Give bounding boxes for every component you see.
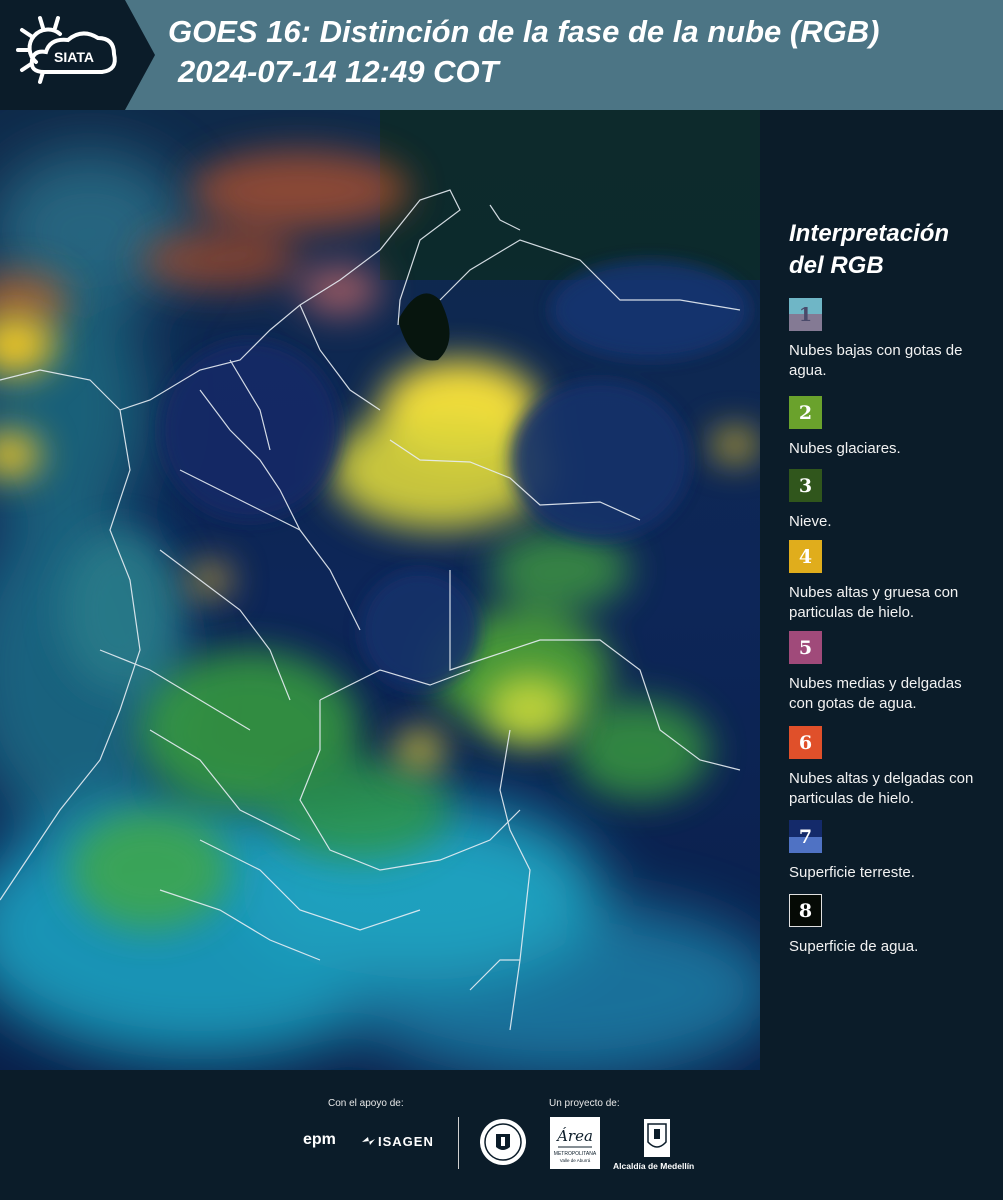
legend-swatch-1: 1 — [789, 298, 822, 331]
footer: Con el apoyo de: Un proyecto de: epm ISA… — [0, 1070, 1003, 1200]
legend-item-3: 3 Nieve. — [789, 469, 989, 532]
legend-number: 4 — [798, 545, 813, 568]
legend-item-4: 4 Nubes altas y gruesa con particulas de… — [789, 540, 989, 623]
satellite-rgb-image — [0, 110, 760, 1070]
legend-swatch-4: 4 — [789, 540, 822, 573]
area-metropolitana-logo[interactable]: Área METROPOLITANA Valle de Aburrá — [550, 1117, 600, 1169]
footer-divider — [458, 1117, 459, 1169]
legend-number: 8 — [798, 899, 813, 922]
isagen-logo[interactable]: ISAGEN — [378, 1134, 434, 1149]
page-datetime: 2024-07-14 12:49 COT — [178, 54, 499, 89]
satellite-map[interactable] — [0, 110, 760, 1070]
legend-swatch-8: 8 — [789, 894, 822, 927]
legend-swatch-7: 7 — [789, 820, 822, 853]
page-title: GOES 16: Distinción de la fase de la nub… — [168, 14, 880, 49]
legend-title-line2: del RGB — [789, 252, 884, 279]
isagen-icon — [362, 1137, 375, 1145]
legend-number: 5 — [798, 636, 813, 659]
legend-title: Interpretación del RGB — [789, 218, 989, 282]
support-label: Con el apoyo de: — [328, 1098, 404, 1109]
legend-swatch-6: 6 — [789, 726, 822, 759]
legend-label: Nubes medias y delgadas con gotas de agu… — [789, 675, 962, 712]
medellin-seal-icon[interactable] — [478, 1117, 528, 1167]
sun-cloud-icon: SIATA — [16, 16, 117, 84]
legend-label: Nieve. — [789, 513, 832, 530]
siata-logo[interactable]: SIATA — [0, 0, 125, 110]
logo-arrow-shape — [125, 0, 155, 110]
legend-item-6: 6 Nubes altas y delgadas con particulas … — [789, 726, 989, 809]
legend-item-8: 8 Superficie de agua. — [789, 894, 989, 957]
legend-swatch-5: 5 — [789, 631, 822, 664]
legend-swatch-2: 2 — [789, 396, 822, 429]
alcaldia-label[interactable]: Alcaldía de Medellín — [613, 1161, 694, 1171]
alcaldia-shield-icon — [644, 1119, 670, 1157]
svg-text:SIATA: SIATA — [54, 49, 94, 65]
legend-number: 3 — [798, 474, 813, 497]
legend-swatch-3: 3 — [789, 469, 822, 502]
header-bar: SIATA GOES 16: Distinción de la fase de … — [0, 0, 1003, 110]
legend-label: Nubes bajas con gotas de agua. — [789, 342, 963, 379]
legend-label: Superficie terreste. — [789, 864, 915, 881]
svg-text:Valle de Aburrá: Valle de Aburrá — [560, 1158, 591, 1163]
project-label: Un proyecto de: — [549, 1098, 620, 1109]
legend-panel: Interpretación del RGB 1 Nubes bajas con… — [760, 110, 1003, 1070]
svg-text:Área: Área — [555, 1127, 593, 1145]
legend-item-1: 1 Nubes bajas con gotas de agua. — [789, 298, 989, 381]
legend-number: 1 — [798, 303, 813, 326]
legend-label: Nubes altas y delgadas con particulas de… — [789, 770, 974, 807]
legend-label: Nubes glaciares. — [789, 440, 901, 457]
legend-number: 2 — [798, 401, 813, 424]
svg-text:METROPOLITANA: METROPOLITANA — [554, 1151, 597, 1157]
legend-number: 7 — [798, 825, 813, 848]
legend-number: 6 — [798, 731, 813, 754]
legend-item-2: 2 Nubes glaciares. — [789, 396, 989, 459]
legend-item-7: 7 Superficie terreste. — [789, 820, 989, 883]
legend-item-5: 5 Nubes medias y delgadas con gotas de a… — [789, 631, 989, 714]
epm-logo[interactable]: epm — [303, 1131, 336, 1149]
legend-label: Nubes altas y gruesa con particulas de h… — [789, 584, 959, 621]
legend-label: Superficie de agua. — [789, 938, 919, 955]
legend-title-line1: Interpretación — [789, 220, 950, 247]
